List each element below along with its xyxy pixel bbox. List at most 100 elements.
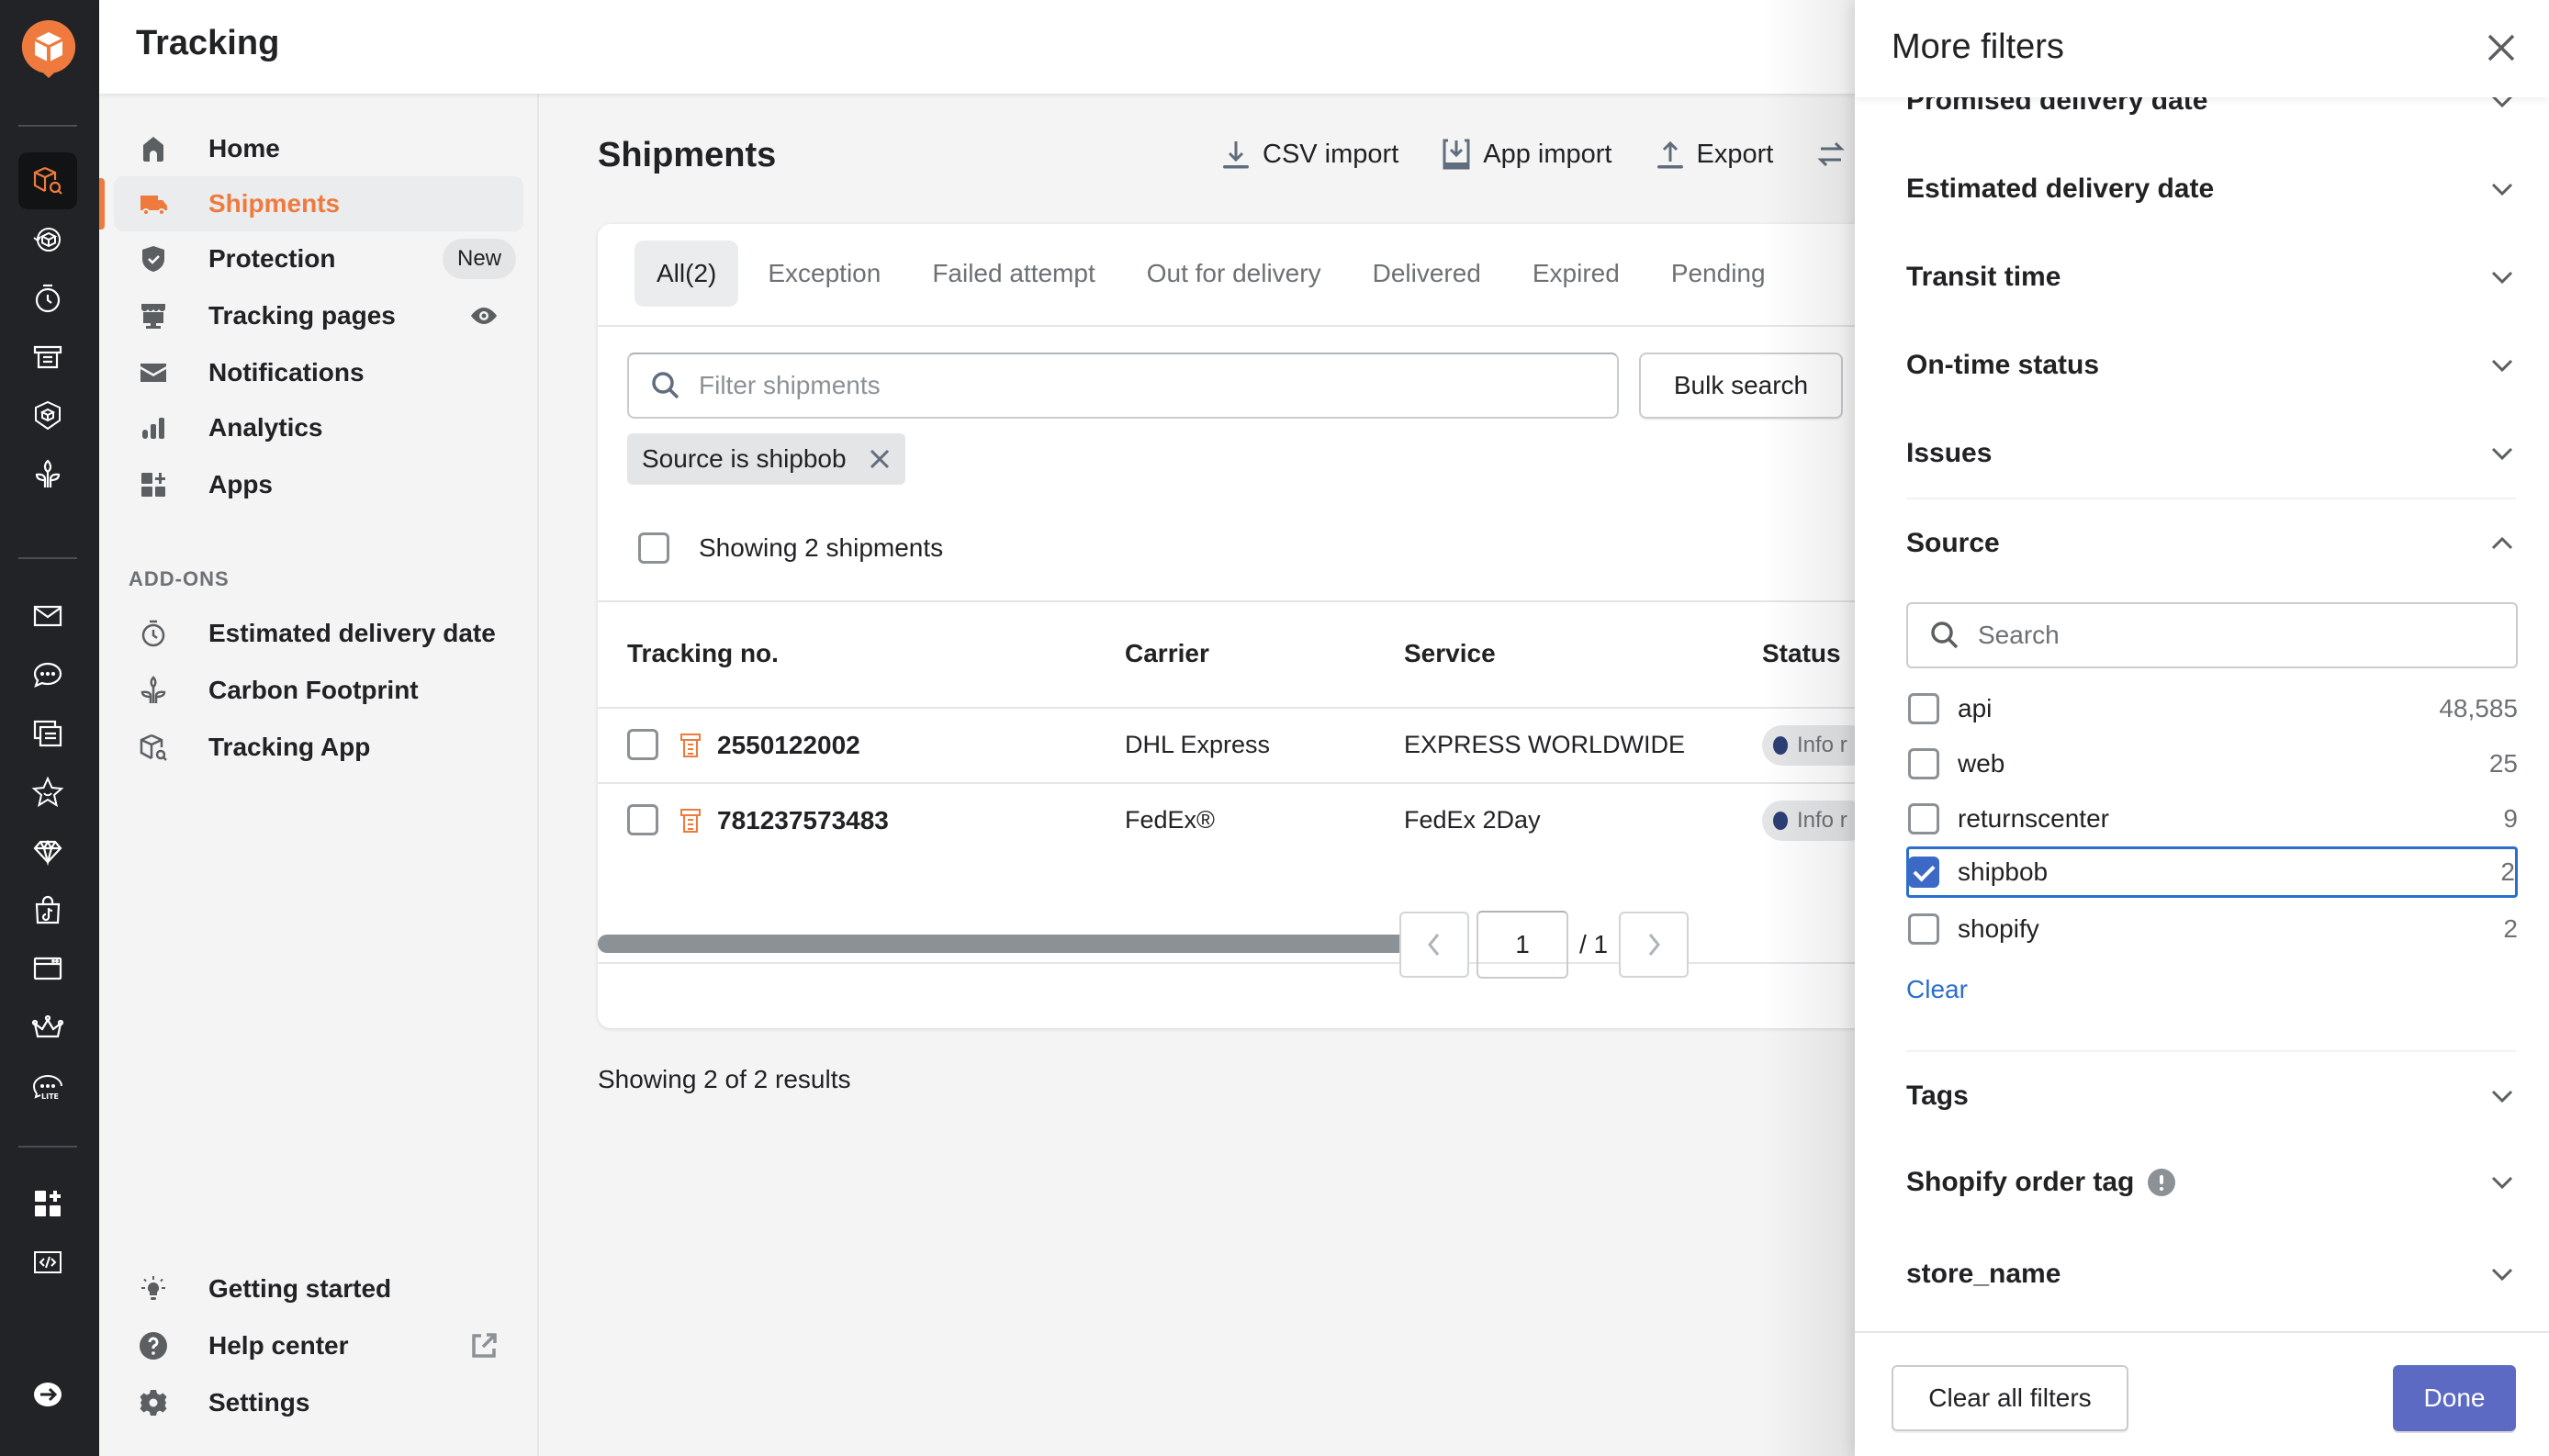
remove-filter-icon[interactable] [867,446,893,472]
column-header-service[interactable]: Service [1404,639,1496,668]
rail-apps-icon[interactable] [18,1175,77,1232]
main-content: Shipments CSV import App import Export A… [541,94,1902,1456]
rail-protection-icon[interactable] [18,387,77,444]
rail-loyalty-icon[interactable] [18,823,77,879]
nav-item-help-center[interactable]: Help center [114,1318,523,1373]
tab-failed-attempt[interactable]: Failed attempt [910,241,1117,307]
csv-import-button[interactable]: CSV import [1220,138,1398,171]
page-number-input[interactable]: 1 [1477,911,1568,979]
rail-tiktok-shop-icon[interactable] [18,881,77,938]
select-all-checkbox[interactable] [638,532,669,564]
filter-section-on-time-status[interactable]: On-time status [1906,338,2516,393]
nav-item-analytics[interactable]: Analytics [114,400,523,455]
tab-out-for-delivery[interactable]: Out for delivery [1125,241,1343,307]
clear-all-filters-button[interactable]: Clear all filters [1892,1365,2128,1431]
tracking-number[interactable]: 2550122002 [717,731,860,760]
eye-icon[interactable] [468,300,500,331]
filter-shipments-field[interactable] [627,353,1619,419]
column-header-tracking-no[interactable]: Tracking no. [627,639,779,668]
nav-item-shipments[interactable]: Shipments [114,176,523,231]
tracking-number[interactable]: 781237573483 [717,806,889,835]
rail-email-icon[interactable] [18,588,77,644]
source-option-shopify[interactable]: shopify 2 [1906,903,2518,955]
nav-item-getting-started[interactable]: Getting started [114,1261,523,1316]
rail-chat-lite-icon[interactable]: LITE [18,1058,77,1114]
table-row[interactable]: 2550122002 DHL Express EXPRESS WORLDWIDE… [598,709,1902,782]
filter-section-transit-time[interactable]: Transit time [1906,250,2516,305]
upload-icon [1656,140,1683,169]
row-checkbox[interactable] [627,804,658,835]
more-filters-drawer: More filters Promised delivery date Esti… [1855,0,2549,1456]
rail-crown-icon[interactable] [18,999,77,1056]
source-option-api[interactable]: api 48,585 [1906,683,2518,734]
chevron-down-icon [2491,271,2513,285]
filter-section-issues[interactable]: Issues [1906,426,2516,481]
export-button[interactable]: Export [1655,138,1773,171]
source-search-input[interactable] [1978,621,2492,650]
filter-section-source[interactable]: Source [1906,516,2516,571]
filter-section-tags[interactable]: Tags [1906,1069,2516,1124]
prev-page-button[interactable] [1399,912,1469,978]
nav-item-protection[interactable]: Protection New [114,231,523,286]
pagination: 1 / 1 [1399,911,1690,979]
rail-returns-icon[interactable] [18,211,77,268]
showing-shipments-label: Showing 2 shipments [699,533,944,562]
rail-edd-icon[interactable] [18,270,77,327]
nav-item-estimated-delivery-date[interactable]: Estimated delivery date [114,606,523,661]
rail-developer-icon[interactable] [18,1234,77,1291]
rail-messages-icon[interactable] [18,705,77,762]
app-import-button[interactable]: App import [1441,138,1612,171]
source-checkbox[interactable] [1908,913,1939,945]
filter-section-shopify-order-tag[interactable]: Shopify order tag [1906,1155,2516,1210]
nav-item-notifications[interactable]: Notifications [114,345,523,400]
filter-section-estimated-delivery-date[interactable]: Estimated delivery date [1906,162,2516,217]
horizontal-scrollbar[interactable] [598,935,1424,953]
source-option-label: returnscenter [1958,804,2109,833]
rail-carbon-icon[interactable] [18,446,77,503]
source-option-shipbob[interactable]: shipbob 2 [1906,846,2518,898]
done-button[interactable]: Done [2393,1365,2516,1431]
source-search-field[interactable] [1906,602,2518,668]
chevron-down-icon [2491,1176,2513,1190]
row-checkbox[interactable] [627,729,658,760]
info-icon[interactable] [2147,1168,2176,1197]
tab-exception[interactable]: Exception [746,241,903,307]
tab-delivered[interactable]: Delivered [1351,241,1503,307]
rail-reviews-icon[interactable] [18,764,77,821]
source-checkbox-checked[interactable] [1908,857,1939,888]
table-row[interactable]: 781237573483 FedEx® FedEx 2Day Info r [598,784,1902,857]
clear-source-link[interactable]: Clear [1906,975,1968,1004]
results-summary: Showing 2 of 2 results [598,1065,851,1093]
nav-item-apps[interactable]: Apps [114,457,523,512]
column-header-carrier[interactable]: Carrier [1125,639,1209,668]
nav-item-home[interactable]: Home [114,121,523,176]
filter-section-store-name[interactable]: store_name [1906,1247,2516,1302]
source-option-returnscenter[interactable]: returnscenter 9 [1906,793,2518,845]
close-icon[interactable] [2485,31,2518,64]
source-checkbox[interactable] [1908,803,1939,834]
external-link-icon[interactable] [468,1330,500,1361]
shipments-card: All(2) Exception Failed attempt Out for … [598,224,1902,1028]
source-option-label: api [1958,694,1993,722]
nav-item-carbon-footprint[interactable]: Carbon Footprint [114,663,523,718]
nav-item-label: Tracking App [208,733,371,761]
rail-tracking-pages-icon[interactable] [18,329,77,386]
search-icon [1931,622,1959,649]
filter-shipments-input[interactable] [699,371,1525,400]
rail-browser-icon[interactable] [18,940,77,997]
aftership-logo-icon[interactable] [20,18,77,79]
nav-item-tracking-pages[interactable]: Tracking pages [114,288,523,343]
rail-chat-icon[interactable] [18,646,77,703]
nav-item-tracking-app[interactable]: Tracking App [114,720,523,775]
rail-collapse-icon[interactable] [18,1366,77,1423]
source-checkbox[interactable] [1908,748,1939,779]
source-checkbox[interactable] [1908,693,1939,724]
gear-icon [138,1387,169,1418]
source-option-web[interactable]: web 25 [1906,738,2518,790]
nav-item-settings[interactable]: Settings [114,1375,523,1430]
next-page-button[interactable] [1619,912,1690,978]
tab-expired[interactable]: Expired [1510,241,1642,307]
tab-all[interactable]: All(2) [634,241,739,307]
rail-tracking-app-icon[interactable] [18,152,77,209]
source-option-label: shipbob [1958,857,2049,886]
